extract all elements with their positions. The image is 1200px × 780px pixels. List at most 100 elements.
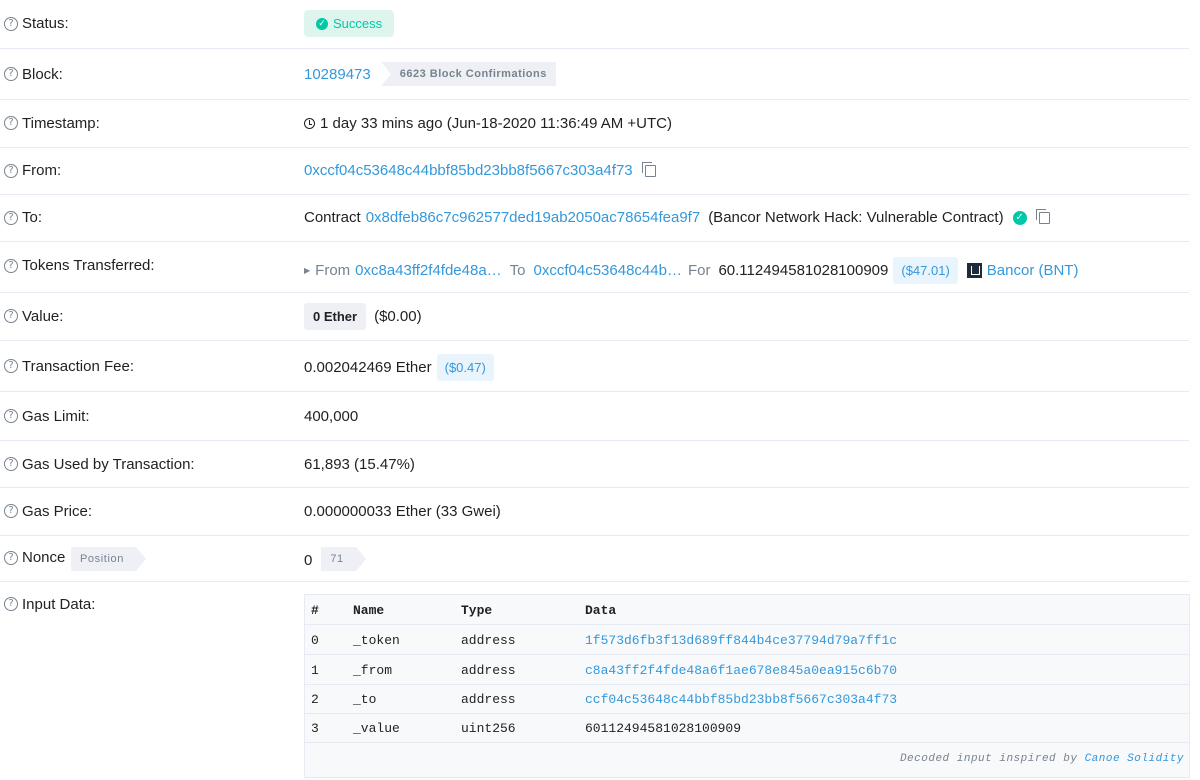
from-row: ? From: 0xccf04c53648c44bbf85bd23bb8f566… (0, 148, 1189, 195)
gas-price-label: Gas Price: (22, 503, 93, 520)
bancor-logo-icon (966, 263, 982, 278)
block-number-link[interactable]: 10289473 (304, 66, 371, 83)
tokens-usd-badge: ($47.01) (893, 257, 958, 284)
table-row: 3 _value uint256 60112494581028100909 (305, 713, 1189, 743)
cell-name: _from (353, 663, 393, 678)
canoe-solidity-link[interactable]: Canoe Solidity (1085, 753, 1184, 765)
cell-data-link[interactable]: c8a43ff2f4fde48a6f1ae678e845a0ea915c6b70 (585, 663, 897, 678)
col-header-name: Name (353, 603, 385, 618)
nonce-value: 0 (304, 551, 313, 569)
tokens-from-address-link[interactable]: 0xc8a43ff2f4fde48a… (355, 262, 502, 279)
fee-usd-badge: ($0.47) (436, 354, 494, 381)
tokens-for-label: For (687, 262, 711, 279)
cell-index: 0 (311, 633, 319, 648)
tokens-transferred-row: ? Tokens Transferred: ▶ From 0xc8a43ff2f… (0, 242, 1189, 293)
to-prefix: Contract (304, 209, 361, 226)
cell-index: 2 (311, 692, 319, 707)
token-name-link[interactable]: Bancor (BNT) (987, 262, 1079, 279)
gas-limit-value: 400,000 (304, 408, 359, 425)
cell-index: 1 (311, 663, 319, 678)
gas-used-label: Gas Used by Transaction: (22, 456, 195, 473)
tokens-to-label: To (509, 262, 526, 279)
footnote-text: Decoded input inspired by (899, 753, 1078, 765)
cell-type: uint256 (461, 721, 516, 736)
help-icon[interactable]: ? (4, 67, 18, 81)
timestamp-value: 1 day 33 mins ago (Jun-18-2020 11:36:49 … (320, 115, 673, 132)
gas-price-row: ? Gas Price: 0.000000033 Ether (33 Gwei) (0, 488, 1189, 536)
table-row: 2 _to address ccf04c53648c44bbf85bd23bb8… (305, 684, 1189, 714)
input-data-label: Input Data: (22, 596, 96, 613)
cell-index: 3 (311, 721, 319, 736)
tokens-amount: 60.112494581028100909 (718, 262, 889, 279)
gas-limit-label: Gas Limit: (22, 408, 90, 425)
status-text: Success (333, 16, 383, 31)
help-icon[interactable]: ? (4, 457, 18, 471)
from-address-link[interactable]: 0xccf04c53648c44bbf85bd23bb8f5667c303a4f… (304, 162, 633, 179)
copy-icon[interactable] (641, 161, 656, 177)
verified-check-icon: ✓ (1012, 210, 1027, 225)
help-icon[interactable]: ? (4, 597, 18, 611)
cell-type: address (461, 663, 516, 678)
help-icon[interactable]: ? (4, 116, 18, 130)
gas-used-row: ? Gas Used by Transaction: 61,893 (15.47… (0, 441, 1189, 488)
gas-limit-row: ? Gas Limit: 400,000 (0, 392, 1189, 441)
to-contract-name: (Bancor Network Hack: Vulnerable Contrac… (708, 209, 1004, 226)
timestamp-label: Timestamp: (22, 115, 100, 132)
clock-icon (304, 118, 315, 129)
cell-data-link[interactable]: 1f573d6fb3f13d689ff844b4ce37794d79a7ff1c (585, 633, 897, 648)
help-icon[interactable]: ? (4, 17, 18, 31)
decoded-footnote: Decoded input inspired by Canoe Solidity (900, 753, 1184, 765)
help-icon[interactable]: ? (4, 551, 18, 565)
fee-label: Transaction Fee: (22, 358, 134, 375)
to-address-link[interactable]: 0x8dfeb86c7c962577ded19ab2050ac78654fea9… (366, 209, 700, 226)
help-icon[interactable]: ? (4, 259, 18, 273)
help-icon[interactable]: ? (4, 211, 18, 225)
status-badge: ✓ Success (304, 10, 395, 37)
col-header-data: Data (585, 603, 617, 618)
status-value: ✓ Success (304, 10, 395, 37)
help-icon[interactable]: ? (4, 359, 18, 373)
table-row: 0 _token address 1f573d6fb3f13d689ff844b… (305, 625, 1189, 655)
fee-amount: 0.002042469 Ether (304, 359, 432, 376)
from-label: From: (22, 162, 62, 179)
status-row: ? Status: ✓ Success (0, 0, 1189, 49)
nonce-position-badge: 71 (321, 547, 367, 571)
caret-right-icon[interactable]: ▶ (304, 266, 310, 275)
status-label: Status: (22, 15, 69, 32)
value-label: Value: (22, 308, 64, 325)
table-header: # Name Type Data (305, 595, 1189, 625)
cell-name: _to (353, 692, 377, 707)
copy-icon[interactable] (1035, 208, 1050, 224)
block-row: ? Block: 10289473 6623 Block Confirmatio… (0, 49, 1189, 100)
help-icon[interactable]: ? (4, 504, 18, 518)
value-row: ? Value: 0 Ether ($0.00) (0, 293, 1189, 341)
col-header-type: Type (461, 603, 493, 618)
block-label: Block: (22, 66, 63, 83)
col-header-index: # (311, 603, 319, 618)
gas-price-value: 0.000000033 Ether (33 Gwei) (304, 503, 501, 520)
block-confirmations-badge: 6623 Block Confirmations (380, 62, 556, 86)
value-usd: ($0.00) (374, 308, 422, 325)
cell-name: _value (353, 721, 400, 736)
tokens-to-address-link[interactable]: 0xccf04c53648c44b… (534, 262, 682, 279)
cell-type: address (461, 692, 516, 707)
cell-name: _token (353, 633, 400, 648)
check-circle-icon: ✓ (316, 17, 328, 30)
gas-used-value: 61,893 (15.47%) (304, 456, 415, 473)
cell-type: address (461, 633, 516, 648)
tokens-label: Tokens Transferred: (22, 257, 155, 274)
to-row: ? To: Contract 0x8dfeb86c7c962577ded19ab… (0, 195, 1189, 242)
position-tag: Position (71, 547, 146, 571)
cell-data-link[interactable]: ccf04c53648c44bbf85bd23bb8f5667c303a4f73 (585, 692, 897, 707)
nonce-label: Nonce (22, 549, 66, 566)
help-icon[interactable]: ? (4, 409, 18, 423)
table-row: 1 _from address c8a43ff2f4fde48a6f1ae678… (305, 655, 1189, 685)
to-label: To: (22, 209, 43, 226)
value-amount-badge: 0 Ether (304, 303, 367, 330)
help-icon[interactable]: ? (4, 164, 18, 178)
tokens-from-label: From (315, 262, 351, 279)
input-data-table: # Name Type Data 0 _token address 1f573d… (304, 594, 1190, 778)
nonce-row: ? Nonce Position 0 71 (0, 536, 1189, 582)
help-icon[interactable]: ? (4, 309, 18, 323)
cell-data: 60112494581028100909 (585, 721, 742, 736)
